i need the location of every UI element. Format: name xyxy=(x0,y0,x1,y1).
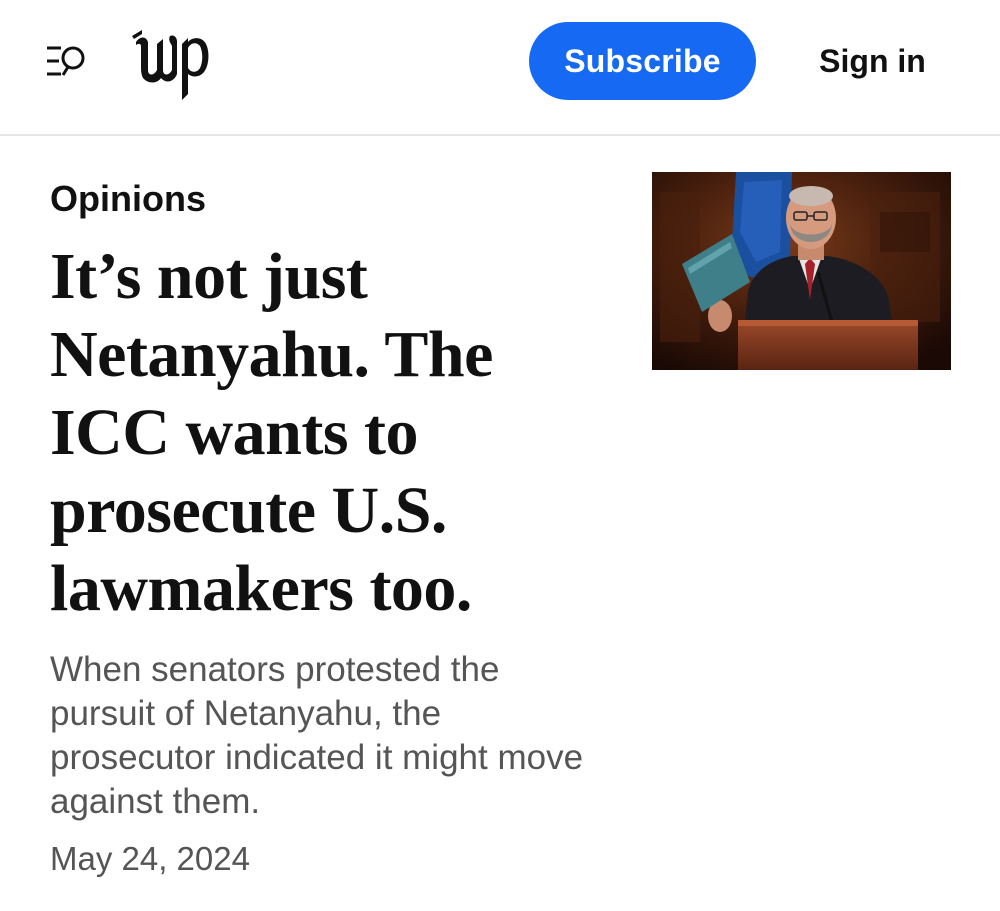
section-label-opinions[interactable]: Opinions xyxy=(50,178,206,220)
menu-search-icon[interactable] xyxy=(44,42,88,82)
sign-in-link[interactable]: Sign in xyxy=(800,22,945,100)
article-dek: When senators protested the pursuit of N… xyxy=(50,650,584,821)
washington-post-logo[interactable] xyxy=(130,24,214,104)
site-header: Subscribe Sign in xyxy=(0,0,1000,136)
article-date: May 24, 2024 xyxy=(50,840,250,877)
article-headline[interactable]: It’s not just Netanyahu. The ICC wants t… xyxy=(50,238,610,628)
subscribe-button[interactable]: Subscribe xyxy=(529,22,756,100)
article-photo[interactable] xyxy=(652,172,951,370)
